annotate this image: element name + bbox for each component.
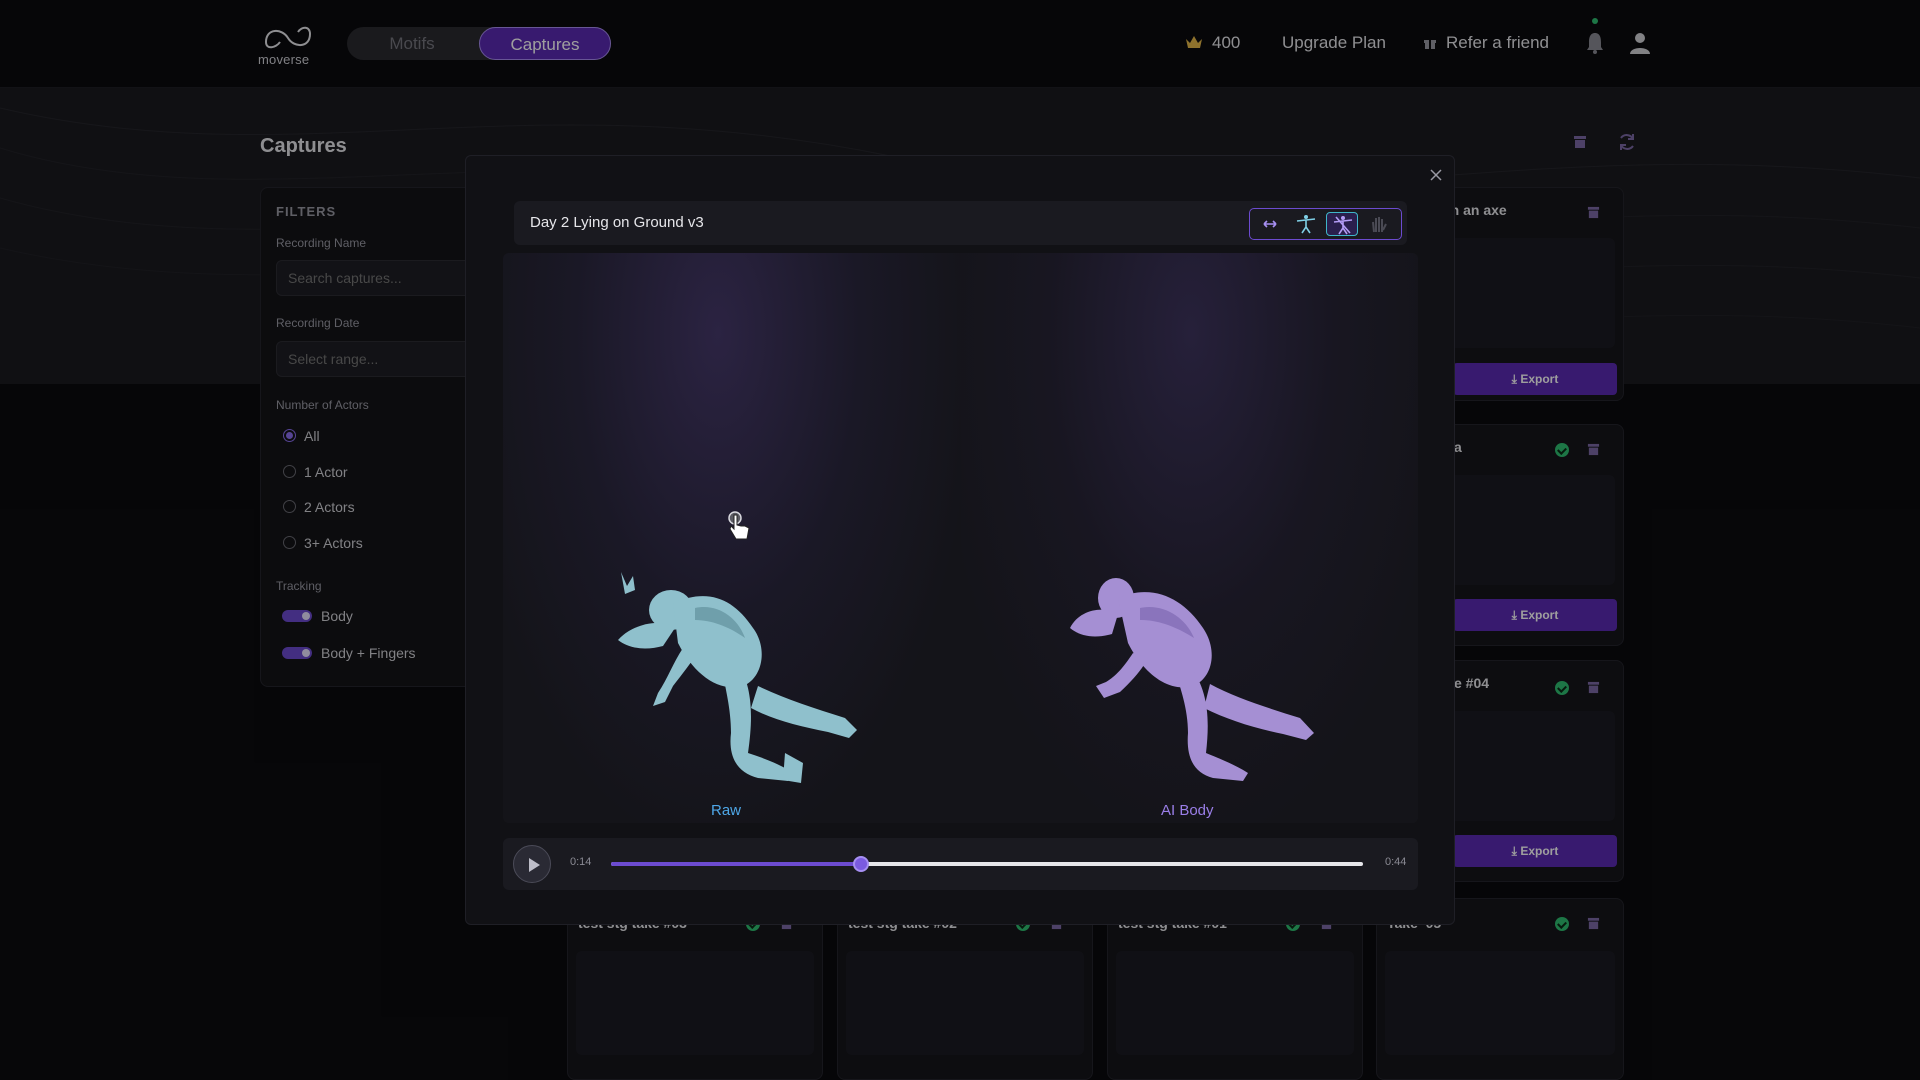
view-mode-group	[1249, 208, 1402, 240]
playback-bar: 0:14 0:44	[503, 838, 1418, 890]
hand-cursor-icon	[728, 511, 750, 540]
fingers-view-button[interactable]	[1362, 212, 1394, 236]
viewer-header: Day 2 Lying on Ground v3	[514, 201, 1407, 245]
raw-label: Raw	[711, 802, 742, 819]
current-time: 0:14	[570, 856, 592, 868]
raw-view-button[interactable]	[1290, 212, 1322, 236]
ai-body-label: AI Body	[1161, 802, 1214, 819]
end-time: 0:44	[1385, 856, 1407, 868]
timeline-progress	[611, 862, 862, 866]
ai-body-figure	[1070, 578, 1314, 781]
arrows-horizontal-icon	[1263, 220, 1277, 228]
timeline-track[interactable]	[611, 856, 1363, 872]
timeline-thumb[interactable]	[853, 856, 870, 872]
raw-body-figure	[618, 572, 857, 783]
close-icon[interactable]	[1429, 168, 1443, 182]
capture-viewer-modal: Day 2 Lying on Ground v3 Raw AI Body 0:1…	[465, 155, 1455, 925]
side-by-side-button[interactable]	[1254, 212, 1286, 236]
ai-body-view-button[interactable]	[1326, 212, 1358, 236]
hand-icon	[1372, 217, 1387, 233]
3d-viewport[interactable]: Raw AI Body	[503, 253, 1418, 823]
body-pose-icon	[1296, 215, 1316, 234]
ai-body-icon	[1333, 216, 1353, 235]
capture-title: Day 2 Lying on Ground v3	[530, 214, 704, 231]
play-button[interactable]	[513, 845, 551, 883]
